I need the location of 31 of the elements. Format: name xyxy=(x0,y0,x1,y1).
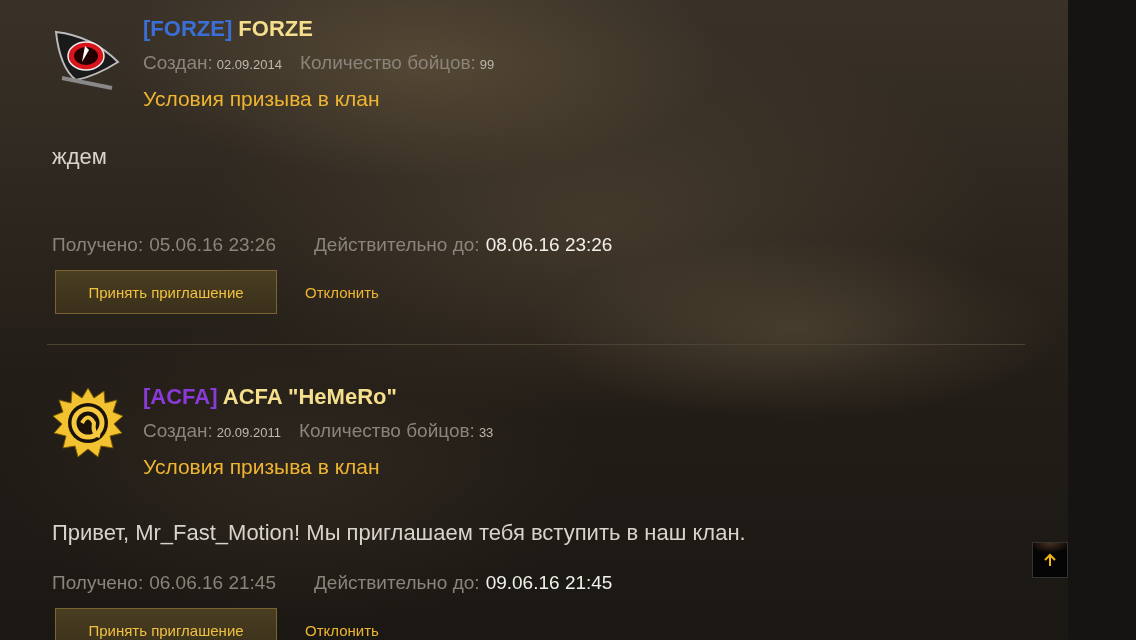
received-label: Получено: xyxy=(52,234,144,255)
created-label: Создан: xyxy=(143,52,213,73)
clan-name: ACFA "HeMeRo" xyxy=(222,384,397,409)
members-label: Количество бойцов: xyxy=(299,52,476,73)
scroll-to-top-button[interactable] xyxy=(1032,542,1068,578)
created-date: 20.09.2011 xyxy=(216,425,281,440)
valid-until-label: Действительно до: xyxy=(314,572,480,593)
clan-tag: [FORZE] xyxy=(143,16,233,41)
members-count: 99 xyxy=(479,57,495,72)
accept-invite-button[interactable]: Принять приглашение xyxy=(55,270,277,314)
received-label: Получено: xyxy=(52,572,144,593)
invite-message: Привет, Mr_Fast_Motion! Мы приглашаем тебя вступить в наш клан. xyxy=(52,519,747,547)
valid-until-date: 08.06.16 23:26 xyxy=(485,234,613,255)
clan-name: FORZE xyxy=(238,16,313,41)
created-date: 02.09.2014 xyxy=(216,57,282,72)
received-date: 06.06.16 21:45 xyxy=(149,572,276,593)
clan-terms-link[interactable]: Условия призыва в клан xyxy=(143,86,495,112)
clan-terms-link[interactable]: Условия призыва в клан xyxy=(143,454,494,480)
decline-invite-link[interactable]: Отклонить xyxy=(305,621,379,639)
sun-emblem-icon xyxy=(52,386,124,458)
accept-invite-button[interactable]: Принять приглашение xyxy=(55,608,277,640)
created-label: Создан: xyxy=(143,420,213,441)
clan-tag: [ACFA] xyxy=(143,384,218,409)
valid-until-label: Действительно до: xyxy=(314,234,480,255)
decline-invite-link[interactable]: Отклонить xyxy=(305,283,379,301)
members-count: 33 xyxy=(478,425,494,440)
up-arrow-icon xyxy=(1043,553,1057,567)
invite-message: ждем xyxy=(52,143,108,171)
valid-until-date: 09.06.16 21:45 xyxy=(485,572,613,593)
received-date: 05.06.16 23:26 xyxy=(149,234,276,255)
members-label: Количество бойцов: xyxy=(298,420,475,441)
